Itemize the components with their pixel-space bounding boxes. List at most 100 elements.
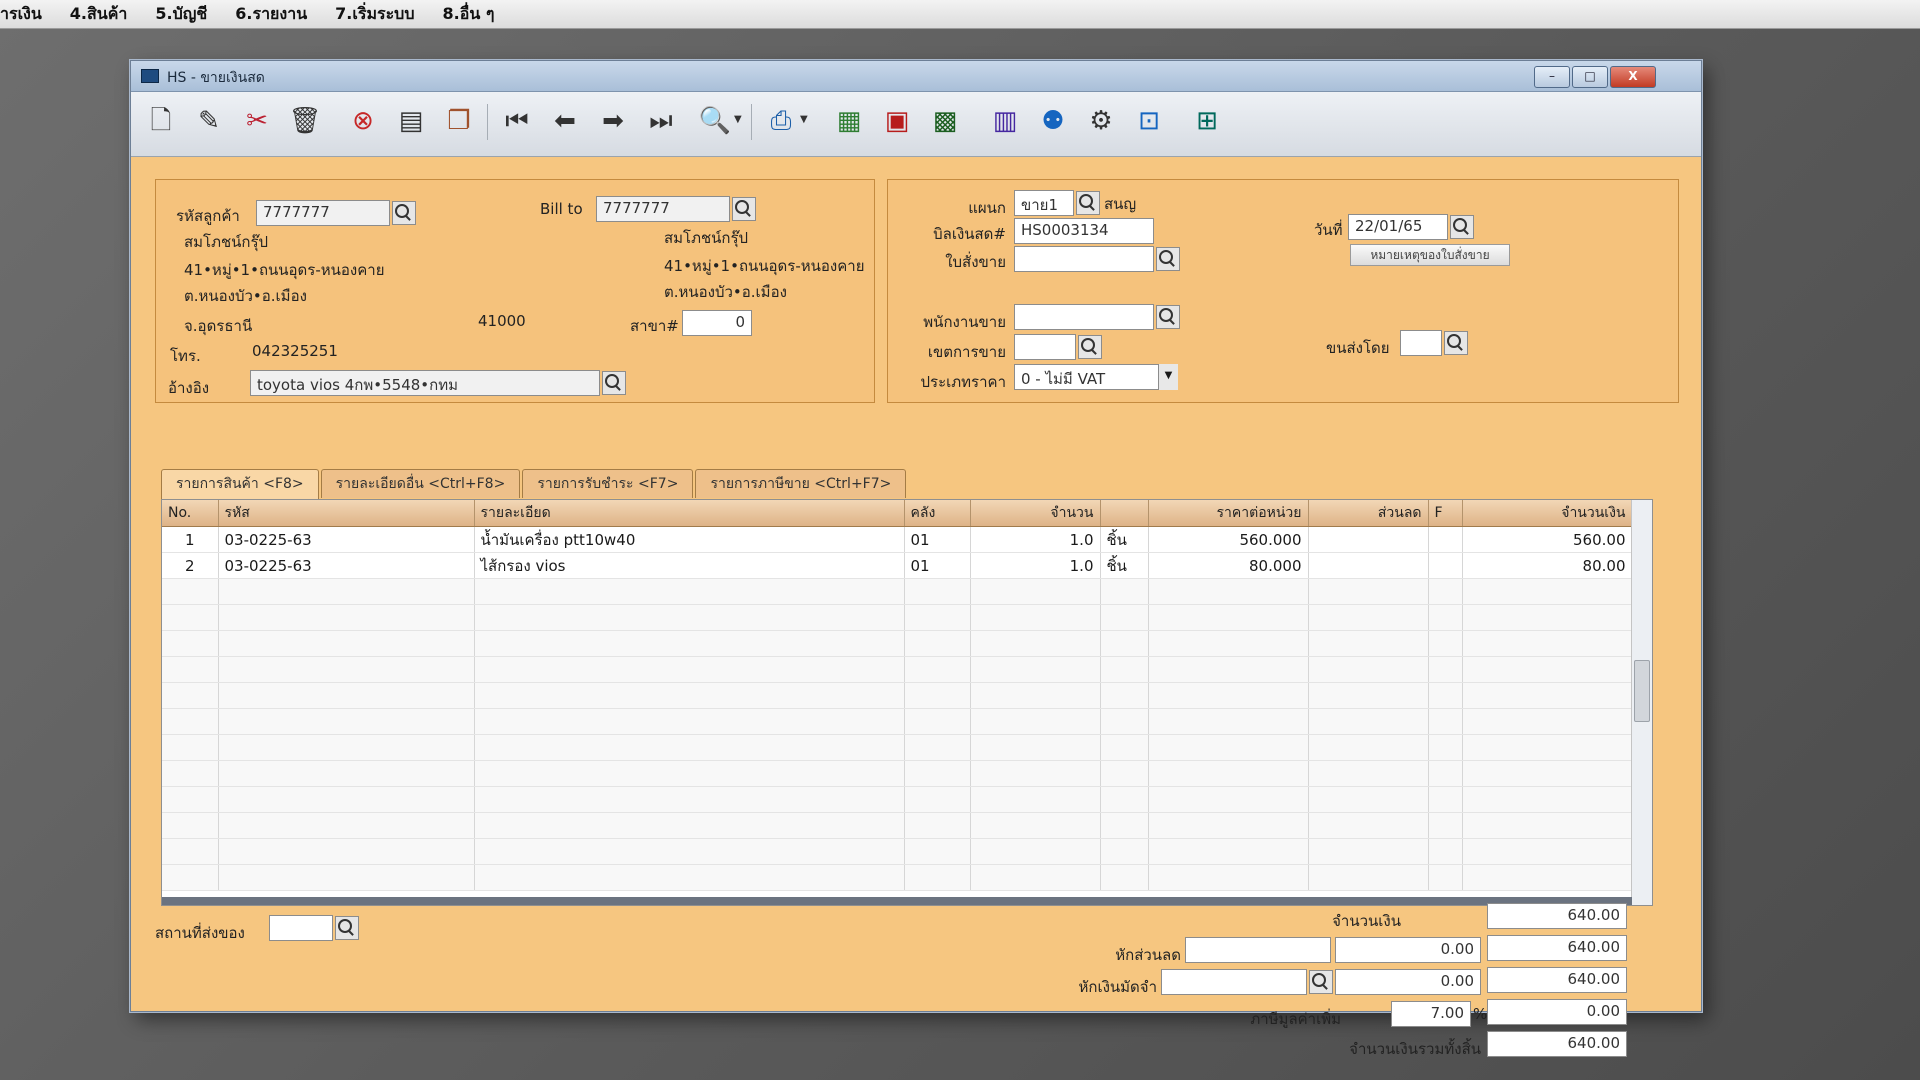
empty-table-row[interactable] (162, 838, 1633, 865)
tools-icon[interactable]: ⚙ (1083, 102, 1119, 140)
empty-cell[interactable] (1148, 734, 1309, 761)
empty-cell[interactable] (1148, 812, 1309, 839)
empty-cell[interactable] (1462, 682, 1633, 709)
empty-cell[interactable] (1428, 812, 1463, 839)
tab-other-details[interactable]: รายละเอียดอื่น <Ctrl+F8> (320, 469, 521, 498)
menu-finance[interactable]: ารเงิน (0, 2, 42, 27)
empty-cell[interactable] (970, 864, 1101, 891)
empty-table-row[interactable] (162, 812, 1633, 839)
empty-cell[interactable] (1308, 864, 1429, 891)
row-unit-price[interactable]: 560.000 (1148, 526, 1309, 553)
empty-cell[interactable] (1428, 682, 1463, 709)
cancel-icon[interactable]: ⊗ (345, 102, 381, 140)
empty-cell[interactable] (1462, 838, 1633, 865)
empty-cell[interactable] (1462, 812, 1633, 839)
empty-cell[interactable] (474, 864, 905, 891)
empty-cell[interactable] (1100, 734, 1149, 761)
col-code[interactable]: รหัส (218, 500, 475, 527)
empty-cell[interactable] (1148, 656, 1309, 683)
empty-cell[interactable] (162, 708, 219, 735)
row-warehouse[interactable]: 01 (904, 526, 971, 553)
discount-text-field[interactable] (1185, 937, 1331, 963)
menu-products[interactable]: 4.สินค้า (70, 2, 128, 27)
row-description[interactable]: ไส้กรอง vios (474, 552, 905, 579)
empty-cell[interactable] (162, 682, 219, 709)
col-no[interactable]: No. (162, 500, 219, 527)
empty-cell[interactable] (1308, 682, 1429, 709)
row-code[interactable]: 03-0225-63 (218, 552, 475, 579)
sales-order-note-button[interactable]: หมายเหตุของใบสั่งขาย (1350, 244, 1510, 266)
empty-cell[interactable] (1462, 630, 1633, 657)
empty-cell[interactable] (1100, 656, 1149, 683)
empty-cell[interactable] (904, 578, 971, 605)
empty-cell[interactable] (1100, 604, 1149, 631)
maximize-button[interactable]: □ (1572, 66, 1608, 88)
discount-value-field[interactable]: 0.00 (1335, 937, 1481, 963)
network-icon[interactable]: ⊞ (1189, 102, 1225, 140)
salesman-search-icon[interactable] (1156, 305, 1180, 329)
empty-cell[interactable] (1308, 786, 1429, 813)
col-unit[interactable] (1100, 500, 1149, 527)
empty-cell[interactable] (474, 578, 905, 605)
empty-cell[interactable] (970, 656, 1101, 683)
empty-cell[interactable] (1462, 786, 1633, 813)
col-quantity[interactable]: จำนวน (970, 500, 1101, 527)
vat-rate-field[interactable]: 7.00 (1391, 1001, 1471, 1027)
empty-cell[interactable] (1462, 864, 1633, 891)
edit-icon[interactable]: ✎ (191, 102, 227, 140)
ship-by-field[interactable] (1400, 330, 1442, 356)
empty-table-row[interactable] (162, 708, 1633, 735)
empty-cell[interactable] (1148, 786, 1309, 813)
save-icon[interactable]: ▤ (393, 102, 429, 140)
empty-table-row[interactable] (162, 786, 1633, 813)
empty-cell[interactable] (904, 630, 971, 657)
empty-cell[interactable] (162, 838, 219, 865)
row-unit[interactable]: ชิ้น (1100, 526, 1149, 553)
date-field[interactable]: 22/01/65 (1348, 214, 1448, 240)
empty-cell[interactable] (1428, 604, 1463, 631)
window-titlebar[interactable]: HS - ขายเงินสด – □ X (131, 61, 1701, 92)
calendar-icon[interactable]: ▥ (987, 102, 1023, 140)
empty-cell[interactable] (970, 812, 1101, 839)
last-record-icon[interactable]: ⏭ (643, 102, 679, 140)
export-icon[interactable]: ▦ (831, 102, 867, 140)
empty-cell[interactable] (904, 838, 971, 865)
empty-cell[interactable] (1428, 786, 1463, 813)
empty-cell[interactable] (474, 656, 905, 683)
empty-cell[interactable] (970, 604, 1101, 631)
menu-accounts[interactable]: 5.บัญชี (155, 2, 207, 27)
empty-cell[interactable] (218, 838, 475, 865)
empty-cell[interactable] (162, 864, 219, 891)
empty-cell[interactable] (474, 786, 905, 813)
empty-cell[interactable] (1428, 578, 1463, 605)
reference-field[interactable]: toyota vios 4กพ•5548•กทม (250, 370, 600, 396)
empty-cell[interactable] (218, 630, 475, 657)
row-warehouse[interactable]: 01 (904, 552, 971, 579)
first-record-icon[interactable]: ⏮ (499, 102, 535, 140)
empty-cell[interactable] (1462, 656, 1633, 683)
empty-table-row[interactable] (162, 734, 1633, 761)
empty-cell[interactable] (1100, 708, 1149, 735)
empty-cell[interactable] (1100, 630, 1149, 657)
empty-cell[interactable] (162, 656, 219, 683)
empty-cell[interactable] (218, 760, 475, 787)
menu-reports[interactable]: 6.รายงาน (235, 2, 307, 27)
empty-cell[interactable] (1148, 708, 1309, 735)
empty-table-row[interactable] (162, 760, 1633, 787)
col-unit-price[interactable]: ราคาต่อหน่วย (1148, 500, 1309, 527)
empty-cell[interactable] (1100, 864, 1149, 891)
empty-cell[interactable] (1148, 760, 1309, 787)
empty-cell[interactable] (218, 812, 475, 839)
empty-table-row[interactable] (162, 682, 1633, 709)
calc-icon[interactable]: ▣ (879, 102, 915, 140)
empty-cell[interactable] (1100, 760, 1149, 787)
report-icon[interactable]: ▩ (927, 102, 963, 140)
empty-cell[interactable] (1428, 864, 1463, 891)
print-dropdown-icon[interactable]: ▼ (800, 114, 808, 125)
empty-cell[interactable] (218, 734, 475, 761)
empty-cell[interactable] (162, 812, 219, 839)
empty-cell[interactable] (1308, 708, 1429, 735)
col-flag[interactable]: F (1428, 500, 1463, 527)
empty-cell[interactable] (1428, 656, 1463, 683)
tab-items[interactable]: รายการสินค้า <F8> (161, 469, 319, 500)
